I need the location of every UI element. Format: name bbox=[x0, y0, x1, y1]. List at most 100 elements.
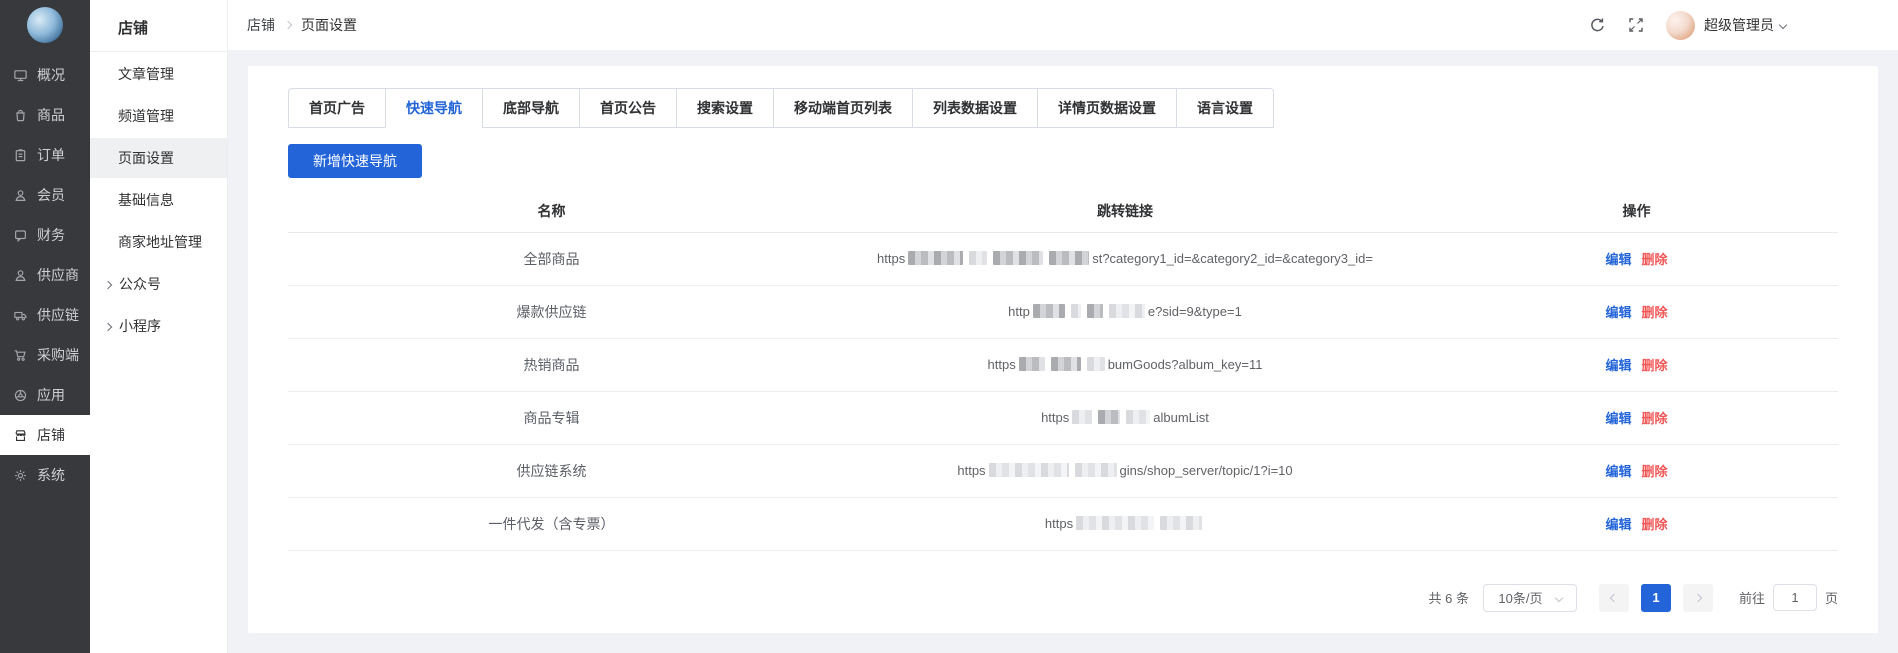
sidebar-item-goods[interactable]: 商品 bbox=[0, 95, 90, 135]
delete-link[interactable]: 删除 bbox=[1642, 358, 1668, 373]
sidebar-item-apps[interactable]: 应用 bbox=[0, 375, 90, 415]
table-row: 爆款供应链httpe?sid=9&type=1 编辑删除 bbox=[288, 285, 1838, 338]
refresh-icon[interactable] bbox=[1589, 17, 1606, 34]
sidebar-item-label: 供应商 bbox=[37, 265, 79, 285]
page-size-value: 10条/页 bbox=[1498, 588, 1542, 607]
redacted-url-segment bbox=[908, 251, 963, 265]
user-menu[interactable]: 超级管理员 bbox=[1704, 15, 1786, 35]
redacted-url-segment bbox=[1109, 304, 1145, 318]
table-header-row: 名称 跳转链接 操作 bbox=[288, 190, 1838, 232]
edit-link[interactable]: 编辑 bbox=[1605, 305, 1631, 320]
edit-link[interactable]: 编辑 bbox=[1605, 464, 1631, 479]
tab-detail-data[interactable]: 详情页数据设置 bbox=[1037, 88, 1177, 128]
user-avatar[interactable] bbox=[1666, 11, 1695, 40]
fullscreen-icon[interactable] bbox=[1628, 17, 1644, 33]
user-name: 超级管理员 bbox=[1704, 15, 1774, 35]
submenu-item-merchant-address[interactable]: 商家地址管理 bbox=[90, 222, 227, 262]
goto-page-input[interactable] bbox=[1773, 584, 1817, 611]
nav-name-cell: 爆款供应链 bbox=[288, 285, 815, 338]
secondary-sidebar: 店铺 文章管理频道管理页面设置基础信息商家地址管理公众号小程序 bbox=[90, 0, 228, 653]
redacted-url-segment bbox=[1033, 304, 1065, 318]
edit-link[interactable]: 编辑 bbox=[1605, 358, 1631, 373]
tab-quick-nav[interactable]: 快速导航 bbox=[385, 88, 483, 128]
link-text: http bbox=[1008, 304, 1030, 319]
tab-home-notice[interactable]: 首页公告 bbox=[579, 88, 677, 128]
submenu-item-basic-info[interactable]: 基础信息 bbox=[90, 180, 227, 220]
submenu-item-label: 商家地址管理 bbox=[118, 234, 202, 250]
sidebar-item-label: 会员 bbox=[37, 185, 65, 205]
nav-name-cell: 全部商品 bbox=[288, 232, 815, 285]
chat-icon bbox=[13, 228, 28, 243]
redacted-url-segment bbox=[1160, 516, 1202, 530]
tab-list-data[interactable]: 列表数据设置 bbox=[912, 88, 1038, 128]
link-text: https bbox=[988, 357, 1016, 372]
link-text: gins/shop_server/topic/1?i=10 bbox=[1120, 463, 1293, 478]
logo-avatar[interactable] bbox=[27, 7, 63, 43]
sidebar-item-orders[interactable]: 订单 bbox=[0, 135, 90, 175]
gear-icon bbox=[13, 468, 28, 483]
sidebar-item-supply-chain[interactable]: 供应链 bbox=[0, 295, 90, 335]
column-header-actions: 操作 bbox=[1435, 190, 1838, 232]
table-row: 全部商品httpsst?category1_id=&category2_id=&… bbox=[288, 232, 1838, 285]
delete-link[interactable]: 删除 bbox=[1642, 305, 1668, 320]
sidebar-item-members[interactable]: 会员 bbox=[0, 175, 90, 215]
sidebar-item-finance[interactable]: 财务 bbox=[0, 215, 90, 255]
sidebar-item-label: 店铺 bbox=[37, 425, 65, 445]
next-page-button[interactable] bbox=[1683, 584, 1713, 612]
secondary-nav: 文章管理频道管理页面设置基础信息商家地址管理公众号小程序 bbox=[90, 54, 227, 346]
nav-link-cell: httpe?sid=9&type=1 bbox=[815, 285, 1435, 338]
link-text: albumList bbox=[1153, 410, 1209, 425]
goto-label: 前往 bbox=[1739, 588, 1765, 607]
page-size-select[interactable]: 10条/页 bbox=[1483, 584, 1577, 612]
prev-page-button[interactable] bbox=[1599, 584, 1629, 612]
table-row: 一件代发（含专票） https 编辑删除 bbox=[288, 497, 1838, 550]
sidebar-item-label: 商品 bbox=[37, 105, 65, 125]
nav-name-cell: 一件代发（含专票） bbox=[288, 497, 815, 550]
delete-link[interactable]: 删除 bbox=[1642, 411, 1668, 426]
link-text: https bbox=[877, 251, 905, 266]
sidebar-item-procurement[interactable]: 采购端 bbox=[0, 335, 90, 375]
submenu-item-mini-program[interactable]: 小程序 bbox=[90, 306, 227, 346]
delete-link[interactable]: 删除 bbox=[1642, 517, 1668, 532]
column-header-link: 跳转链接 bbox=[815, 190, 1435, 232]
edit-link[interactable]: 编辑 bbox=[1605, 411, 1631, 426]
page-1-button[interactable]: 1 bbox=[1641, 584, 1671, 612]
link-text: https bbox=[1041, 410, 1069, 425]
edit-link[interactable]: 编辑 bbox=[1605, 517, 1631, 532]
tab-mobile-home-list[interactable]: 移动端首页列表 bbox=[773, 88, 913, 128]
sidebar-item-overview[interactable]: 概况 bbox=[0, 55, 90, 95]
tab-footer-nav[interactable]: 底部导航 bbox=[482, 88, 580, 128]
tab-search-settings[interactable]: 搜索设置 bbox=[676, 88, 774, 128]
goto-unit-label: 页 bbox=[1825, 588, 1838, 607]
sidebar-item-system[interactable]: 系统 bbox=[0, 455, 90, 495]
sidebar-item-label: 系统 bbox=[37, 465, 65, 485]
submenu-item-label: 基础信息 bbox=[118, 192, 174, 208]
shop-icon bbox=[13, 428, 28, 443]
content-card: 首页广告快速导航底部导航首页公告搜索设置移动端首页列表列表数据设置详情页数据设置… bbox=[248, 66, 1878, 633]
clipboard-icon bbox=[13, 148, 28, 163]
tab-home-ads[interactable]: 首页广告 bbox=[288, 88, 386, 128]
redacted-url-segment bbox=[1075, 463, 1117, 477]
redacted-url-segment bbox=[1072, 410, 1092, 424]
sidebar-item-label: 应用 bbox=[37, 385, 65, 405]
sidebar-item-shop[interactable]: 店铺 bbox=[0, 415, 90, 455]
add-quick-nav-button[interactable]: 新增快速导航 bbox=[288, 144, 422, 178]
nav-link-cell: httpsgins/shop_server/topic/1?i=10 bbox=[815, 444, 1435, 497]
delete-link[interactable]: 删除 bbox=[1642, 252, 1668, 267]
breadcrumb-separator-icon bbox=[284, 21, 292, 29]
chevron-right-icon bbox=[1694, 593, 1702, 601]
nav-name-cell: 商品专辑 bbox=[288, 391, 815, 444]
tab-language[interactable]: 语言设置 bbox=[1176, 88, 1274, 128]
nav-link-cell: httpsst?category1_id=&category2_id=&cate… bbox=[815, 232, 1435, 285]
delete-link[interactable]: 删除 bbox=[1642, 464, 1668, 479]
redacted-url-segment bbox=[1126, 410, 1150, 424]
link-text: https bbox=[1045, 516, 1073, 531]
sidebar-item-supplier[interactable]: 供应商 bbox=[0, 255, 90, 295]
submenu-item-official-account[interactable]: 公众号 bbox=[90, 264, 227, 304]
submenu-item-page-settings[interactable]: 页面设置 bbox=[90, 138, 227, 178]
link-text: bumGoods?album_key=11 bbox=[1108, 357, 1263, 372]
edit-link[interactable]: 编辑 bbox=[1605, 252, 1631, 267]
submenu-item-article-management[interactable]: 文章管理 bbox=[90, 54, 227, 94]
submenu-item-channel-management[interactable]: 频道管理 bbox=[90, 96, 227, 136]
breadcrumb-shop[interactable]: 店铺 bbox=[247, 15, 275, 35]
